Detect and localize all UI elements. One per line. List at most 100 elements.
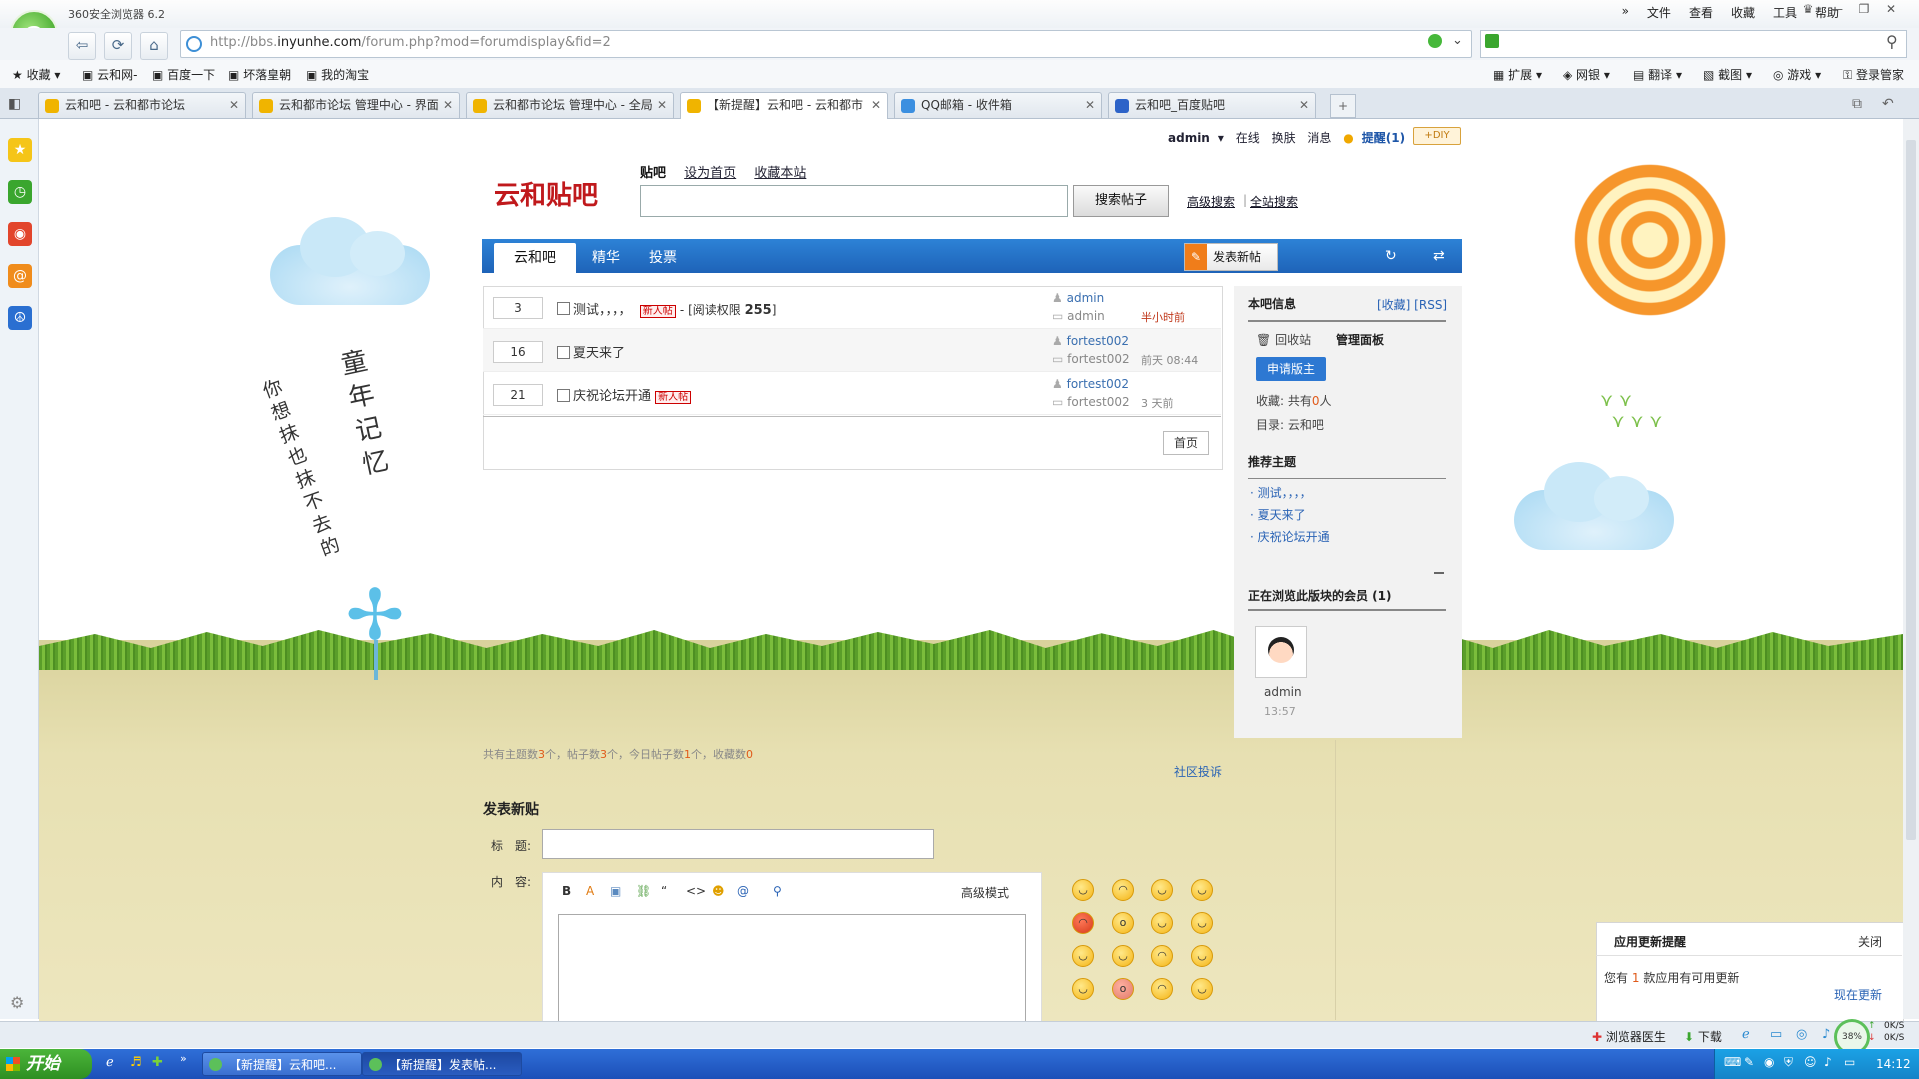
thread-title-link[interactable]: 测试，，，， 新人帖 - [阅读权限 255] — [573, 299, 776, 318]
tool-login-manager[interactable]: ⚿ 登录管家 — [1843, 66, 1904, 83]
volume-icon[interactable]: ♪ — [1824, 1055, 1832, 1069]
quicklaunch-app-icon[interactable]: ♬ — [130, 1055, 142, 1070]
new-thread-button[interactable]: ✎ 发表新帖 — [1184, 243, 1278, 271]
nav-tieba[interactable]: 贴吧 — [640, 166, 666, 181]
tab-list-icon[interactable]: ⧉ — [1852, 96, 1862, 112]
tab-admin-ui[interactable]: 云和都市论坛 管理中心 - 界面 ✕ — [252, 92, 460, 118]
menu-file[interactable]: 文件 — [1647, 4, 1671, 21]
tongue-emoji-icon[interactable]: ◡ — [1151, 912, 1173, 934]
close-tab-icon[interactable]: ✕ — [1299, 93, 1309, 118]
messages-link[interactable]: 消息 — [1307, 131, 1331, 145]
recommended-item[interactable]: · 夏天来了 — [1250, 506, 1306, 523]
thread-checkbox[interactable] — [557, 346, 570, 359]
cool-emoji-icon[interactable]: ◡ — [1191, 978, 1213, 1000]
close-tab-icon[interactable]: ✕ — [229, 93, 239, 118]
tool-translate[interactable]: ▤ 翻译 ▾ — [1633, 66, 1682, 83]
skin-icon[interactable]: ♛ — [1797, 2, 1819, 20]
close-tab-icon[interactable]: ✕ — [871, 93, 881, 118]
cheeky-emoji-icon[interactable]: ◡ — [1112, 945, 1134, 967]
close-tab-icon[interactable]: ✕ — [443, 93, 453, 118]
emoticon-icon[interactable]: ☻ — [712, 884, 725, 898]
tab-qq-mail[interactable]: QQ邮箱 - 收件箱 ✕ — [894, 92, 1102, 118]
close-window-button[interactable]: ✕ — [1880, 2, 1902, 20]
search-icon[interactable]: ⚲ — [1886, 32, 1898, 51]
big-grin-emoji-icon[interactable]: ◡ — [1191, 945, 1213, 967]
close-tab-icon[interactable]: ✕ — [657, 93, 667, 118]
image-icon[interactable]: ▣ — [610, 884, 621, 898]
scrollbar-thumb[interactable] — [1906, 140, 1916, 840]
laugh-emoji-icon[interactable]: ◡ — [1191, 879, 1213, 901]
bookmark-favorites[interactable]: ★ 收藏 ▾ — [12, 66, 60, 83]
sidebar-toggle-icon[interactable]: ◧ — [8, 96, 21, 112]
post-title-input[interactable] — [542, 829, 934, 859]
tab-baidu-tieba[interactable]: 云和吧_百度贴吧 ✕ — [1108, 92, 1316, 118]
skin-link[interactable]: 换肤 — [1272, 131, 1296, 145]
sad-emoji-icon[interactable]: ◠ — [1112, 879, 1134, 901]
user-menu-arrow-icon[interactable]: ▾ — [1218, 131, 1224, 145]
first-page-button[interactable]: 首页 — [1163, 431, 1209, 455]
wink-emoji-icon[interactable]: ◡ — [1191, 912, 1213, 934]
post-content-textarea[interactable] — [558, 914, 1026, 1026]
tab-new-reminder[interactable]: 【新提醒】云和吧 - 云和都市 ✕ — [680, 92, 888, 119]
author-link[interactable]: ♟ admin — [1052, 291, 1104, 305]
recommended-item[interactable]: · 测试，，，， — [1250, 484, 1312, 501]
apply-moderator-button[interactable]: 申请版主 — [1256, 357, 1326, 381]
qq-icon[interactable]: ☺ — [1804, 1055, 1817, 1069]
favorite-rss-links[interactable]: [收藏] [RSS] — [1377, 296, 1447, 313]
search-engine-icon[interactable] — [1485, 34, 1499, 48]
avatar[interactable] — [1255, 626, 1307, 678]
bookmark-site-link[interactable]: 收藏本站 — [754, 166, 806, 181]
bookmark-taobao[interactable]: ▣ 我的淘宝 — [306, 66, 369, 83]
reminder-link[interactable]: 提醒(1) — [1362, 131, 1405, 145]
font-color-icon[interactable]: A — [586, 884, 594, 898]
undo-close-icon[interactable]: ↶ — [1882, 96, 1894, 112]
set-homepage-link[interactable]: 设为首页 — [684, 166, 736, 181]
user-menu[interactable]: admin — [1168, 131, 1210, 145]
restore-button[interactable]: ❐ — [1853, 2, 1875, 20]
quote-icon[interactable]: “ — [661, 884, 667, 898]
thread-title-link[interactable]: 夏天来了 — [573, 342, 625, 361]
start-button[interactable]: 开始 — [0, 1049, 92, 1079]
update-now-link[interactable]: 现在更新 — [1834, 986, 1882, 1003]
advanced-search-link[interactable]: 高级搜索 — [1187, 193, 1235, 210]
cry-emoji-icon[interactable]: ◠ — [1151, 945, 1173, 967]
author-link[interactable]: ♟ fortest002 — [1052, 377, 1129, 391]
sound-icon[interactable]: ♪ — [1822, 1027, 1830, 1042]
close-tab-icon[interactable]: ✕ — [1085, 93, 1095, 118]
tab-yunhe-ba[interactable]: 云和吧 — [494, 243, 576, 273]
quicklaunch-expand-icon[interactable]: » — [180, 1052, 187, 1065]
link-icon[interactable]: ⛓ — [636, 884, 651, 898]
taskbar-window-2[interactable]: 【新提醒】发表帖... — [362, 1052, 522, 1076]
ie-icon[interactable]: ℯ — [1742, 1027, 1750, 1042]
thread-title-link[interactable]: 庆祝论坛开通 新人帖 — [573, 385, 692, 404]
tab-essence[interactable]: 精华 — [592, 243, 620, 273]
recycle-bin-link[interactable]: 🗑 回收站 — [1256, 331, 1311, 348]
thread-checkbox[interactable] — [557, 302, 570, 315]
attachment-icon[interactable]: ⚲ — [773, 884, 782, 898]
tab-poll[interactable]: 投票 — [649, 243, 677, 273]
blush-emoji-icon[interactable]: o — [1112, 978, 1134, 1000]
search-box[interactable] — [1480, 30, 1907, 58]
address-dropdown-icon[interactable]: ⌄ — [1452, 33, 1463, 48]
menu-expand-icon[interactable]: » — [1622, 4, 1629, 21]
sleepy-emoji-icon[interactable]: ◠ — [1151, 978, 1173, 1000]
tool-games[interactable]: ◎ 游戏 ▾ — [1773, 66, 1821, 83]
grin-emoji-icon[interactable]: ◡ — [1151, 879, 1173, 901]
network-icon[interactable]: ◉ — [1764, 1055, 1774, 1069]
admin-panel-link[interactable]: 管理面板 — [1336, 331, 1384, 348]
online-link[interactable]: 在线 — [1236, 131, 1260, 145]
shy-emoji-icon[interactable]: ◡ — [1072, 945, 1094, 967]
url-text[interactable]: http://bbs.inyunhe.com/forum.php?mod=for… — [210, 35, 611, 50]
tab-yunhe-forum[interactable]: 云和吧 - 云和都市论坛 ✕ — [38, 92, 246, 118]
shield-icon[interactable]: ⛨ — [1784, 1055, 1793, 1070]
minimize-button[interactable]: — — [1826, 2, 1848, 20]
site-brand[interactable]: 云和贴吧 — [494, 175, 598, 212]
browser-doctor-button[interactable]: ✚ 浏览器医生 — [1592, 1028, 1666, 1045]
keyboard-icon[interactable]: ⌨ — [1724, 1055, 1741, 1069]
recommended-item[interactable]: · 庆祝论坛开通 — [1250, 528, 1330, 545]
menu-favorites[interactable]: 收藏 — [1731, 4, 1755, 21]
monitor-icon[interactable]: ▭ — [1844, 1055, 1855, 1069]
last-poster[interactable]: ▭ fortest002 — [1052, 352, 1130, 366]
surprise-emoji-icon[interactable]: o — [1112, 912, 1134, 934]
history-clock-icon[interactable]: ◷ — [8, 180, 32, 204]
